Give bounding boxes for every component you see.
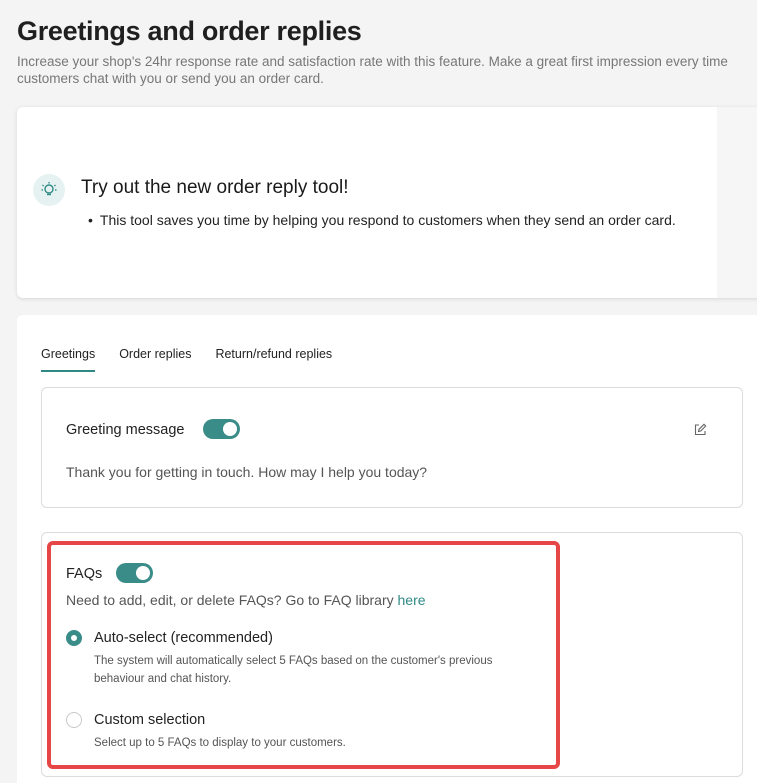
tab-bar: Greetings Order replies Return/refund re… bbox=[41, 347, 332, 372]
custom-selection-label[interactable]: Custom selection bbox=[94, 712, 205, 728]
greeting-toggle[interactable] bbox=[203, 419, 240, 439]
lightbulb-icon bbox=[33, 174, 65, 206]
tab-return-refund-replies[interactable]: Return/refund replies bbox=[215, 347, 332, 372]
page-title: Greetings and order replies bbox=[17, 16, 362, 46]
auto-select-description: The system will automatically select 5 F… bbox=[94, 655, 493, 685]
promo-side-panel bbox=[717, 107, 757, 298]
edit-icon[interactable] bbox=[693, 423, 707, 437]
tab-order-replies[interactable]: Order replies bbox=[119, 347, 191, 372]
auto-select-label[interactable]: Auto-select (recommended) bbox=[94, 630, 273, 646]
settings-card: Greetings Order replies Return/refund re… bbox=[17, 315, 757, 783]
promo-bullet: This tool saves you time by helping you … bbox=[88, 212, 676, 228]
greeting-message-label: Greeting message bbox=[66, 422, 185, 438]
custom-selection-radio[interactable] bbox=[66, 712, 82, 728]
faq-library-hint: Need to add, edit, or delete FAQs? Go to… bbox=[66, 592, 426, 608]
page-description: Increase your shop's 24hr response rate … bbox=[17, 54, 728, 86]
faqs-toggle[interactable] bbox=[116, 563, 153, 583]
promo-title: Try out the new order reply tool! bbox=[81, 177, 349, 198]
faq-library-link[interactable]: here bbox=[398, 592, 426, 608]
auto-select-radio[interactable] bbox=[66, 630, 82, 646]
promo-card: Try out the new order reply tool! This t… bbox=[17, 107, 757, 298]
greeting-message-section: Greeting message Thank you for getting i… bbox=[41, 387, 743, 508]
faqs-label: FAQs bbox=[66, 566, 103, 582]
faq-hint-text: Need to add, edit, or delete FAQs? Go to… bbox=[66, 592, 398, 608]
custom-selection-description: Select up to 5 FAQs to display to your c… bbox=[94, 737, 346, 749]
greeting-message-text: Thank you for getting in touch. How may … bbox=[66, 464, 428, 480]
tab-greetings[interactable]: Greetings bbox=[41, 347, 96, 372]
